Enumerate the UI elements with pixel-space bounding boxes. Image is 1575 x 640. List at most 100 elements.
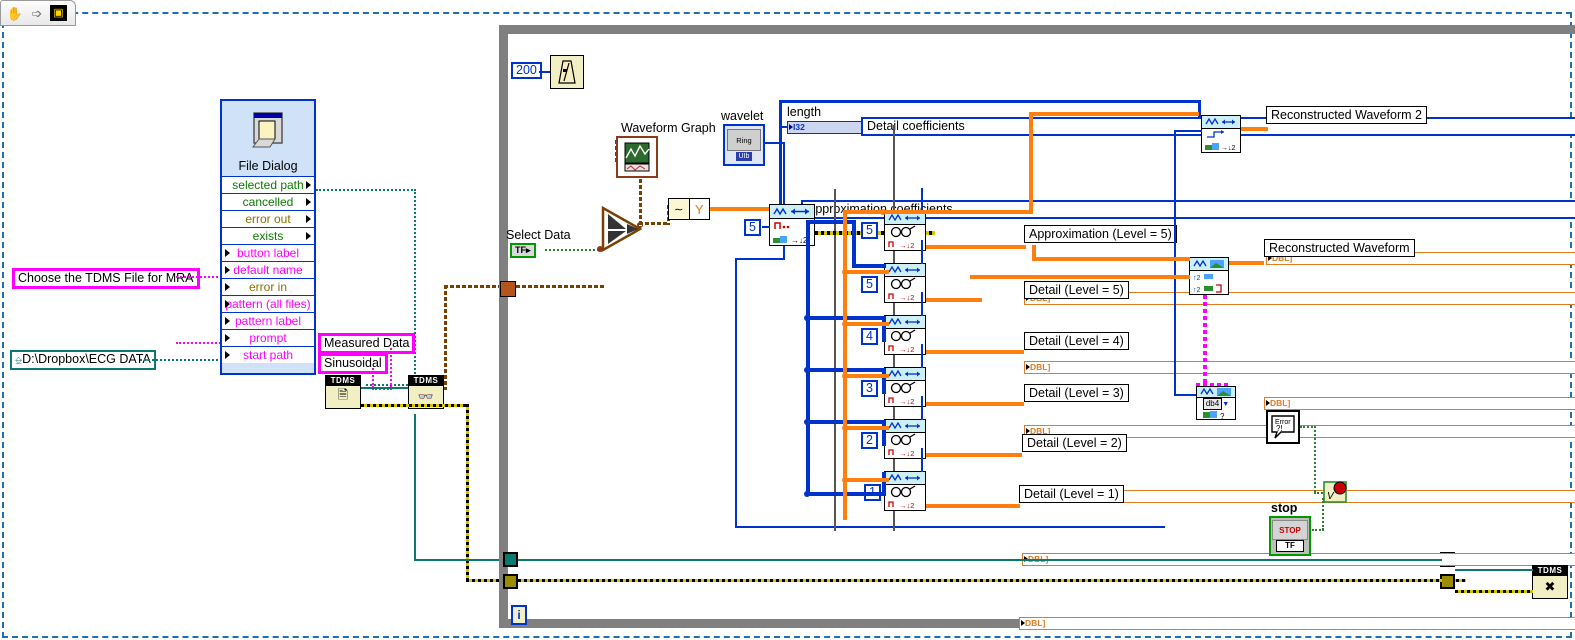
tunnel-path-left[interactable] [503,552,518,567]
tdms-read-header: TDMS [409,376,443,386]
fd-out-cancelled[interactable]: cancelled [222,193,314,210]
wavelet-node-3[interactable]: →↓2 [884,315,926,355]
wire-recon2-feedback-h2 [1174,394,1196,396]
loop-conditional-terminal[interactable]: V [1322,478,1350,509]
fd-in-prompt[interactable]: prompt [222,329,314,346]
dbl-label-6: DBL] [1025,618,1046,628]
inverse-dwt-node-mid[interactable]: ↑2 ↑2 [1189,257,1229,295]
fd-out-selected-path-label: selected path [232,178,304,192]
wavelet-node-4[interactable]: →↓2 [884,367,926,407]
fd-out-error-out-label: error out [245,212,291,226]
wn5-r3: →↓2 [885,446,925,458]
inverse-dwt-node-top[interactable]: →↓2 [1201,115,1241,153]
wire-sel-to-y-h [639,222,669,225]
graph-icon [624,142,650,172]
wavelet-node-6[interactable]: →↓2 [884,471,926,511]
get-waveform-y-node[interactable]: ∼ Y [668,198,710,220]
waveform-graph-terminal[interactable] [616,136,658,178]
level-constant-5[interactable]: 2 [861,432,878,449]
wire-path-down [414,414,416,559]
wire-thin-3 [921,292,923,316]
tdms-open-glyph: 🗎 [337,387,349,402]
sinusoidal-constant[interactable]: Sinusoidal [318,353,388,374]
labview-icon[interactable]: ▣ [50,5,67,21]
wire-blue-b2v [882,420,886,446]
start-path-constant[interactable]: ⎒D:\Dropbox\ECG DATA [10,350,156,370]
wn5-r2 [885,433,925,446]
fd-out-cancelled-label: cancelled [242,195,294,209]
tdms-close-header: TDMS [1533,566,1567,576]
fd-out-error-out[interactable]: error out [222,210,314,227]
prompt-string-constant[interactable]: Choose the TDMS File for MRA [12,268,200,289]
ojunction-6 [880,209,886,215]
level-constant-2[interactable]: 5 [861,276,878,293]
measured-data-constant[interactable]: Measured Data [318,333,416,354]
file-dialog-node[interactable]: File Dialog selected path cancelled erro… [220,99,316,375]
wsel-r1 [1197,387,1235,398]
fd-in-default-name-text: default name [233,263,303,277]
stop-button-terminal[interactable]: STOP TF [1269,516,1311,556]
wsel-value-row[interactable]: db4 ▼ [1197,398,1235,410]
tdms-open-node[interactable]: TDMS 🗎 [325,375,361,409]
fd-in-pattern[interactable]: pattern (all files) [222,295,314,312]
wn6-r2 [885,485,925,498]
wavelet-select-node[interactable]: db4 ▼ ? [1196,386,1236,420]
fd-in-button-label[interactable]: button label [222,244,314,261]
wire-path-to-close [1455,569,1533,571]
error-handler-node[interactable]: Error ?! [1266,410,1300,444]
select-data-label: Select Data [506,228,571,242]
select-data-terminal[interactable]: TF▸ [510,243,536,258]
level-constant-4[interactable]: 3 [861,380,878,397]
fd-in-default-name[interactable]: default name [222,261,314,278]
idwt-r1 [1202,116,1240,129]
dbl-label-2: DBL] [1030,362,1051,372]
indicator-terminal-detail-5[interactable]: DBL] [1024,361,1575,374]
wavelet-node-2[interactable]: →↓2 [884,263,926,303]
fd-in-start-path[interactable]: start path [222,346,314,363]
select-node[interactable] [600,205,643,256]
wire-blue-b3v [882,368,886,394]
wait-ms-node[interactable] [550,55,584,89]
iteration-terminal[interactable]: i [511,605,527,625]
wire-orange-r2 [843,270,889,274]
wire-measured-v [390,348,392,388]
fd-in-error-in[interactable]: error in [222,278,314,295]
wave-arrow-icon [773,207,809,216]
wire-orange-toprecon [1029,112,1199,116]
arrow-right-icon[interactable]: ➩ [28,4,46,22]
fd-out-exists[interactable]: exists [222,227,314,244]
wire-thin-1 [921,188,923,212]
tunnel-error-right[interactable] [1440,574,1455,589]
wn2-r3: →↓2 [885,290,925,302]
toolbar[interactable]: ✋ ➩ ▣ [0,0,76,26]
level-constant-main[interactable]: 5 [744,219,761,236]
indicator-label-reconstructed-2: Reconstructed Waveform 2 [1266,106,1427,124]
tunnel-error-left[interactable] [503,574,518,589]
fd-in-pattern-label[interactable]: pattern label [222,312,314,329]
hand-tool-icon[interactable]: ✋ [6,4,24,22]
wire-error-to-or-h [1300,426,1316,428]
wire-recon-in1 [1032,257,1190,261]
stop-conditional-icon: V [1323,481,1347,503]
level-constant-1[interactable]: 5 [861,222,878,239]
detail-coefficients-label: Detail coefficients [867,119,965,133]
tunnel-data-left[interactable] [500,281,516,297]
waveform-graph-label: Waveform Graph [621,121,716,135]
wire-d5b [978,298,982,302]
wavelet-node-1[interactable]: →↓2 [884,211,926,251]
wait-ms-constant[interactable]: 200 [511,62,542,79]
wire-blue-b1v [882,472,886,496]
fd-out-selected-path[interactable]: selected path [222,176,314,193]
svg-text:→↓2: →↓2 [899,293,914,302]
wire-orange-r3 [843,322,889,326]
wavelet-node-5[interactable]: →↓2 [884,419,926,459]
wire-blue-r2h [852,264,886,268]
wsel-r3: ? [1197,410,1235,419]
indicator-terminal-reconstructed[interactable]: DBL] [1264,397,1575,410]
wire-orange-up [1029,112,1033,212]
tdms-close-node[interactable]: TDMS ✖ [1532,565,1568,599]
select-data-value: TF [515,245,526,255]
wavelet-ring-terminal[interactable]: Ring UIb [723,124,765,166]
indicator-terminal-detail-1[interactable]: DBL] [1019,617,1575,630]
level-constant-3[interactable]: 4 [861,328,878,345]
